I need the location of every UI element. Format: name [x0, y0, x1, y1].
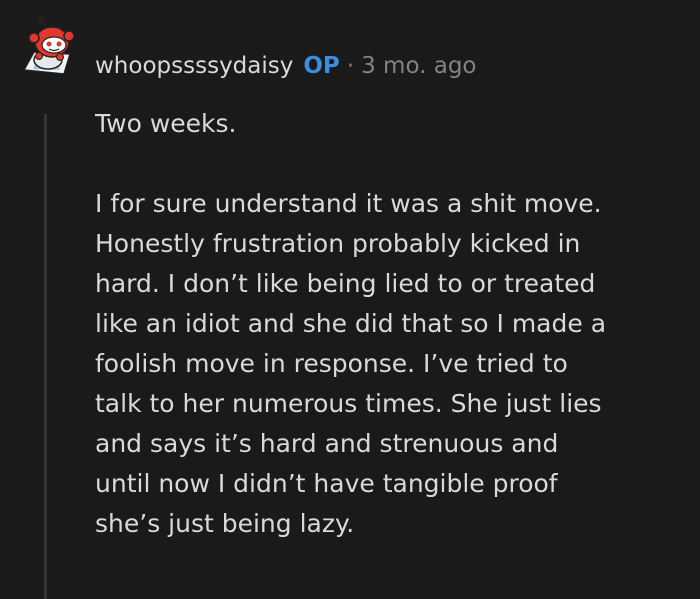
op-badge: OP	[303, 53, 340, 79]
comment-line: I for sure understand it was a shit move…	[95, 189, 602, 218]
comment-line: talk to her numerous times. She just lie…	[95, 389, 602, 418]
comment-header: whoopssssydaisy OP · 3 mo. ago	[95, 50, 477, 82]
comment-timestamp[interactable]: 3 mo. ago	[361, 50, 476, 82]
comment-paragraph-1: Two weeks.	[95, 109, 237, 138]
comment-line: hard. I don’t like being lied to or trea…	[95, 269, 596, 298]
comment-paragraph-2: I for sure understand it was a shit move…	[95, 184, 685, 544]
meta-separator: ·	[346, 53, 355, 79]
comment-line: like an idiot and she did that so I made…	[95, 309, 607, 338]
comment-line: Honestly frustration probably kicked in	[95, 229, 581, 258]
comment-line: foolish move in response. I’ve tried to	[95, 349, 568, 378]
comment-line: until now I didn’t have tangible proof	[95, 469, 558, 498]
comment-line: and says it’s hard and strenuous and	[95, 429, 559, 458]
thread-line[interactable]	[44, 114, 47, 599]
comment-body: Two weeks. I for sure understand it was …	[95, 104, 685, 544]
avatar[interactable]	[12, 14, 82, 84]
comment: whoopssssydaisy OP · 3 mo. ago Two weeks…	[0, 0, 700, 599]
author-username[interactable]: whoopssssydaisy	[95, 50, 293, 82]
comment-line: she’s just being lazy.	[95, 509, 355, 538]
snoo-avatar-icon	[22, 16, 75, 75]
